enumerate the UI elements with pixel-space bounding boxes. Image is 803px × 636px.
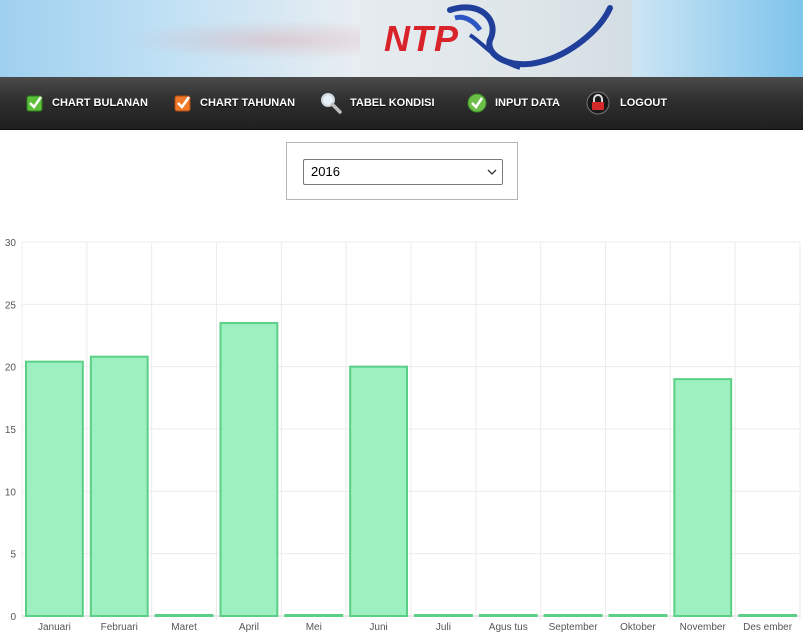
main-nav: CHART BULANAN CHART TAHUNAN TABEL KONDIS… xyxy=(0,77,803,130)
y-tick-label: 15 xyxy=(5,425,17,436)
logo-text: NTP xyxy=(384,18,459,59)
nav-input-data[interactable]: INPUT DATA xyxy=(467,77,560,129)
selected-year: 2016 xyxy=(311,164,340,179)
y-tick-label: 25 xyxy=(5,300,17,311)
x-tick-label: Mei xyxy=(306,622,322,633)
bar-agustus[interactable] xyxy=(478,614,538,617)
year-filter-panel: 2016 xyxy=(286,142,518,200)
x-tick-label: September xyxy=(549,622,599,633)
x-tick-label: April xyxy=(239,622,259,633)
bar-mei[interactable] xyxy=(284,614,344,617)
nav-label: CHART TAHUNAN xyxy=(200,97,296,109)
bar-maret[interactable] xyxy=(154,614,214,617)
x-tick-label: Juni xyxy=(369,622,387,633)
nav-logout[interactable]: LOGOUT xyxy=(586,77,667,129)
bar-desember[interactable] xyxy=(738,614,798,617)
bird-logo-icon xyxy=(447,4,613,70)
bar-oktober[interactable] xyxy=(608,614,668,617)
nav-chart-bulanan[interactable]: CHART BULANAN xyxy=(26,77,148,129)
x-tick-label: Februari xyxy=(101,622,138,633)
year-select[interactable]: 2016 xyxy=(303,159,503,185)
nav-label: INPUT DATA xyxy=(495,97,560,109)
check-circle-icon xyxy=(467,93,487,113)
bar-september[interactable] xyxy=(543,614,603,617)
y-tick-label: 10 xyxy=(5,487,17,498)
magnifier-icon xyxy=(320,92,342,114)
bar-april[interactable] xyxy=(219,322,279,618)
x-tick-label: Des ember xyxy=(743,622,793,633)
bar-juni[interactable] xyxy=(349,365,408,617)
nav-chart-tahunan[interactable]: CHART TAHUNAN xyxy=(174,77,295,129)
x-tick-label: Agus tus xyxy=(489,622,528,633)
bar-november[interactable] xyxy=(673,378,733,617)
y-tick-label: 5 xyxy=(10,550,16,561)
checkbox-green-icon xyxy=(26,94,44,112)
y-tick-label: 30 xyxy=(5,238,17,249)
bar-juli[interactable] xyxy=(414,614,473,617)
nav-label: CHART BULANAN xyxy=(52,97,148,109)
x-tick-label: Oktober xyxy=(620,622,656,633)
x-tick-label: Juli xyxy=(436,622,451,633)
header-banner: NTP xyxy=(0,0,803,77)
bar-januari[interactable] xyxy=(25,360,84,617)
checkbox-orange-icon xyxy=(174,94,192,112)
monthly-bar-chart: 0 5 10 15 20 25 30 Januari Februari Maret April Mei… xyxy=(5,238,801,633)
y-tick-label: 0 xyxy=(10,612,16,623)
chevron-down-icon xyxy=(487,169,497,175)
x-tick-label: November xyxy=(680,622,727,633)
x-tick-label: Januari xyxy=(38,622,71,633)
nav-label: TABEL KONDISI xyxy=(350,97,435,109)
nav-tabel-kondisi[interactable]: TABEL KONDISI xyxy=(320,77,435,129)
x-tick-label: Maret xyxy=(171,622,197,633)
bar-februari[interactable] xyxy=(89,355,149,618)
y-tick-label: 20 xyxy=(5,363,17,374)
padlock-icon xyxy=(586,91,610,115)
nav-label: LOGOUT xyxy=(620,97,668,109)
